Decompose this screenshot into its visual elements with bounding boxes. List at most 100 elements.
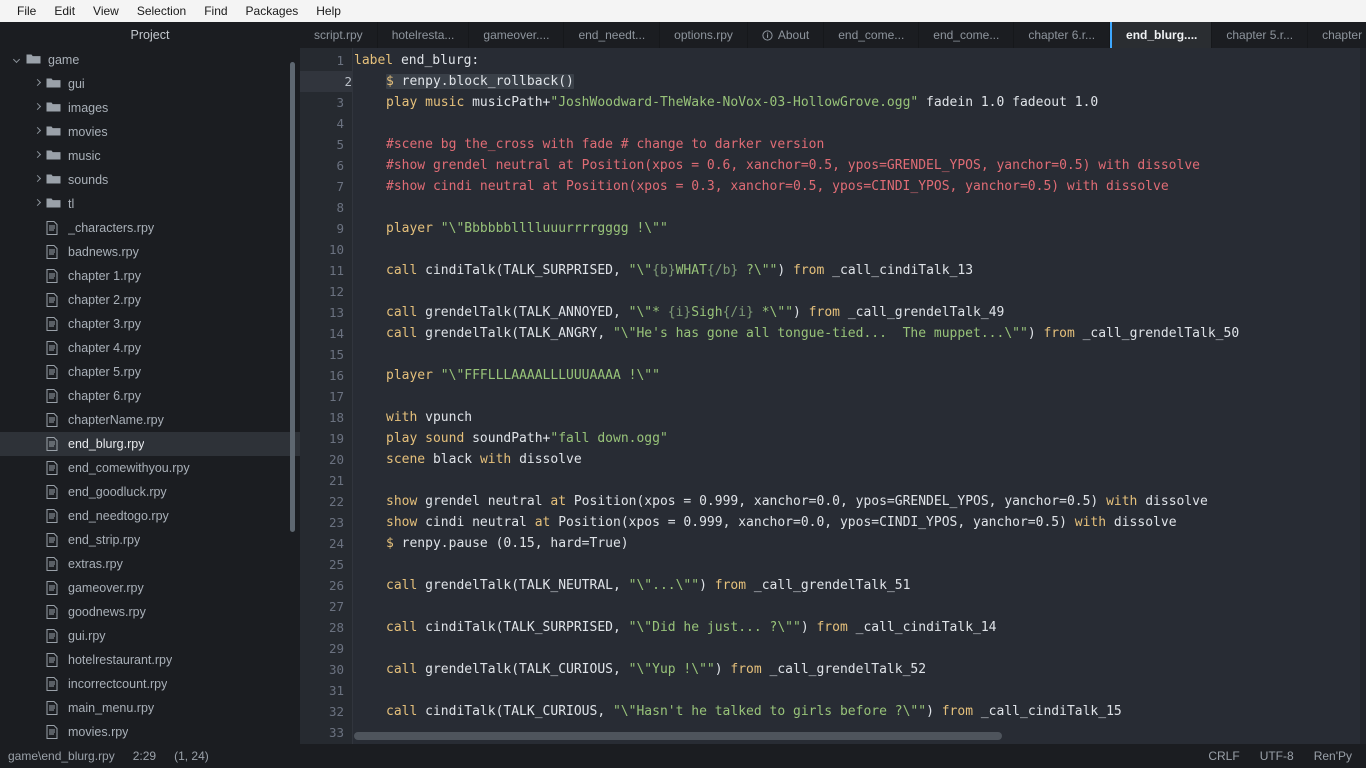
code-line[interactable]: call cindiTalk(TALK_CURIOUS, "\"Hasn't h… <box>354 701 1122 722</box>
chevron-right-icon[interactable] <box>32 78 44 90</box>
menu-item-file[interactable]: File <box>8 1 45 21</box>
tree-file-row[interactable]: badnews.rpy <box>0 240 300 264</box>
tree-file-row[interactable]: end_strip.rpy <box>0 528 300 552</box>
code-token-kw: play sound <box>386 431 472 446</box>
tree-indent-spacer <box>32 390 44 402</box>
folder-icon <box>46 101 61 115</box>
code-line[interactable]: #scene bg the_cross with fade # change t… <box>354 134 824 155</box>
tree-folder-row[interactable]: tl <box>0 192 300 216</box>
line-number: 4 <box>300 113 344 134</box>
code-line[interactable]: call grendelTalk(TALK_ANGRY, "\"He's has… <box>354 323 1239 344</box>
chevron-right-icon[interactable] <box>32 102 44 114</box>
editor-tab[interactable]: chapter 6.r... <box>1014 22 1110 48</box>
editor-tab[interactable]: gameover.... <box>469 22 564 48</box>
tree-folder-row[interactable]: music <box>0 144 300 168</box>
tree-item-label: music <box>68 149 101 163</box>
editor-tab[interactable]: chapter 3.r... <box>1308 22 1366 48</box>
code-line[interactable]: play music musicPath+"JoshWoodward-TheWa… <box>354 92 1098 113</box>
tree-folder-row[interactable]: movies <box>0 120 300 144</box>
editor-horizontal-scrollbar-thumb[interactable] <box>354 732 1002 740</box>
menu-item-find[interactable]: Find <box>195 1 236 21</box>
editor-tab[interactable]: end_come... <box>824 22 919 48</box>
editor-tab-active[interactable]: end_blurg.... <box>1110 22 1212 48</box>
tree-folder-row[interactable]: images <box>0 96 300 120</box>
tree-file-row[interactable]: chapter 1.rpy <box>0 264 300 288</box>
code-line[interactable]: $ renpy.pause (0.15, hard=True) <box>354 533 629 554</box>
editor-tab[interactable]: hotelresta... <box>378 22 470 48</box>
code-line[interactable]: call cindiTalk(TALK_SURPRISED, "\"Did he… <box>354 617 997 638</box>
tree-file-row[interactable]: gameover.rpy <box>0 576 300 600</box>
tree-file-row[interactable]: gui.rpy <box>0 624 300 648</box>
tree-file-row[interactable]: goodnews.rpy <box>0 600 300 624</box>
tree-file-row[interactable]: chapter 6.rpy <box>0 384 300 408</box>
editor-tab[interactable]: end_come... <box>919 22 1014 48</box>
editor-tab[interactable]: options.rpy <box>660 22 748 48</box>
tree-item-label: incorrectcount.rpy <box>68 677 167 691</box>
chevron-down-icon[interactable] <box>12 54 24 66</box>
editor-tab[interactable]: About <box>748 22 824 48</box>
status-encoding[interactable]: UTF-8 <box>1260 749 1294 763</box>
project-sidebar: Project gameguiimagesmoviesmusicsoundstl… <box>0 22 300 744</box>
code-token-pln: end_blurg: <box>401 53 479 68</box>
code-line[interactable]: $ renpy.block_rollback() <box>354 71 574 92</box>
tree-file-row[interactable]: end_blurg.rpy <box>0 432 300 456</box>
menu-item-packages[interactable]: Packages <box>237 1 308 21</box>
status-line-ending[interactable]: CRLF <box>1208 749 1239 763</box>
code-editor[interactable]: 1234567891011121314151617181920212223242… <box>300 48 1366 744</box>
tree-folder-row[interactable]: gui <box>0 72 300 96</box>
tree-file-row[interactable]: movies.rpy <box>0 720 300 744</box>
tree-file-row[interactable]: end_needtogo.rpy <box>0 504 300 528</box>
chevron-right-icon[interactable] <box>32 198 44 210</box>
tree-file-row[interactable]: chapterName.rpy <box>0 408 300 432</box>
code-line[interactable]: with vpunch <box>354 407 472 428</box>
editor-tab[interactable]: chapter 5.r... <box>1212 22 1308 48</box>
tree-folder-row[interactable]: game <box>0 48 300 72</box>
code-line[interactable]: call grendelTalk(TALK_ANNOYED, "\"* {i}S… <box>354 302 1004 323</box>
chevron-right-icon[interactable] <box>32 126 44 138</box>
sidebar-vertical-scrollbar[interactable] <box>290 62 295 532</box>
code-token-tag: {b} <box>652 263 675 278</box>
status-grammar[interactable]: Ren'Py <box>1314 749 1352 763</box>
code-line[interactable]: call cindiTalk(TALK_SURPRISED, "\"{b}WHA… <box>354 260 973 281</box>
tree-file-row[interactable]: main_menu.rpy <box>0 696 300 720</box>
code-line[interactable]: call grendelTalk(TALK_NEUTRAL, "\"...\""… <box>354 575 910 596</box>
code-line[interactable]: #show cindi neutral at Position(xpos = 0… <box>354 176 1169 197</box>
tree-file-row[interactable]: _characters.rpy <box>0 216 300 240</box>
menu-item-view[interactable]: View <box>84 1 128 21</box>
code-line[interactable]: scene black with dissolve <box>354 449 582 470</box>
tree-file-row[interactable]: incorrectcount.rpy <box>0 672 300 696</box>
status-file-path[interactable]: game\end_blurg.rpy <box>8 749 115 763</box>
tree-file-row[interactable]: extras.rpy <box>0 552 300 576</box>
tree-file-row[interactable]: end_comewithyou.rpy <box>0 456 300 480</box>
tree-file-row[interactable]: hotelrestaurant.rpy <box>0 648 300 672</box>
file-icon <box>46 461 61 475</box>
chevron-right-icon[interactable] <box>32 174 44 186</box>
tree-item-label: hotelrestaurant.rpy <box>68 653 172 667</box>
status-selection-info[interactable]: (1, 24) <box>174 749 209 763</box>
code-line[interactable]: call grendelTalk(TALK_CURIOUS, "\"Yup !\… <box>354 659 926 680</box>
code-line[interactable]: play sound soundPath+"fall down.ogg" <box>354 428 668 449</box>
code-line[interactable]: show cindi neutral at Position(xpos = 0.… <box>354 512 1177 533</box>
tree-file-row[interactable]: end_goodluck.rpy <box>0 480 300 504</box>
status-cursor-position[interactable]: 2:29 <box>133 749 156 763</box>
menu-item-help[interactable]: Help <box>307 1 350 21</box>
tree-file-row[interactable]: chapter 5.rpy <box>0 360 300 384</box>
code-line[interactable]: player "\"FFFLLLAAAALLLUUUAAAA !\"" <box>354 365 660 386</box>
tree-file-row[interactable]: chapter 2.rpy <box>0 288 300 312</box>
editor-tab[interactable]: end_needt... <box>564 22 660 48</box>
editor-tab[interactable]: script.rpy <box>300 22 378 48</box>
editor-horizontal-scrollbar-track[interactable] <box>354 732 1360 740</box>
menu-item-edit[interactable]: Edit <box>45 1 84 21</box>
code-line[interactable]: player "\"Bbbbbblllluuurrrrgggg !\"" <box>354 218 668 239</box>
code-token-pln: cindiTalk(TALK_SURPRISED, <box>425 263 629 278</box>
tree-file-row[interactable]: chapter 4.rpy <box>0 336 300 360</box>
tree-item-label: _characters.rpy <box>68 221 154 235</box>
code-line[interactable]: label end_blurg: <box>354 50 479 71</box>
code-token-kw: label <box>354 53 401 68</box>
code-line[interactable]: #show grendel neutral at Position(xpos =… <box>354 155 1200 176</box>
code-line[interactable]: show grendel neutral at Position(xpos = … <box>354 491 1208 512</box>
tree-folder-row[interactable]: sounds <box>0 168 300 192</box>
tree-file-row[interactable]: chapter 3.rpy <box>0 312 300 336</box>
chevron-right-icon[interactable] <box>32 150 44 162</box>
menu-item-selection[interactable]: Selection <box>128 1 195 21</box>
